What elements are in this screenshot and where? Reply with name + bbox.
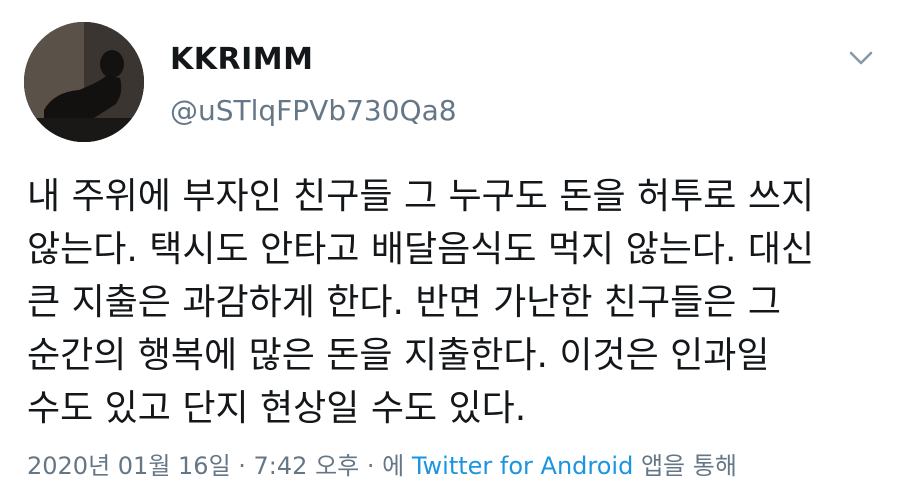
chevron-down-icon[interactable] bbox=[848, 45, 874, 71]
tweet-text: 내 주위에 부자인 친구들 그 누구도 돈을 허투로 쓰지 않는다. 택시도 안… bbox=[27, 176, 815, 429]
tweet-metadata: 2020년 01월 16일 · 7:42 오후 · 에 Twitter for … bbox=[27, 446, 737, 481]
source-link[interactable]: Twitter for Android bbox=[412, 452, 633, 480]
tweet-card: KKRIMM @uSTlqFPVb730Qa8 내 주위에 부자인 친구들 그 … bbox=[0, 0, 900, 494]
avatar[interactable] bbox=[24, 22, 144, 142]
display-name[interactable]: KKRIMM bbox=[170, 42, 313, 77]
profile-photo-icon bbox=[24, 22, 144, 142]
user-handle[interactable]: @uSTlqFPVb730Qa8 bbox=[170, 94, 457, 127]
timestamp: 2020년 01월 16일 · 7:42 오후 · 에 bbox=[27, 452, 405, 480]
source-suffix: 앱을 통해 bbox=[640, 452, 737, 480]
